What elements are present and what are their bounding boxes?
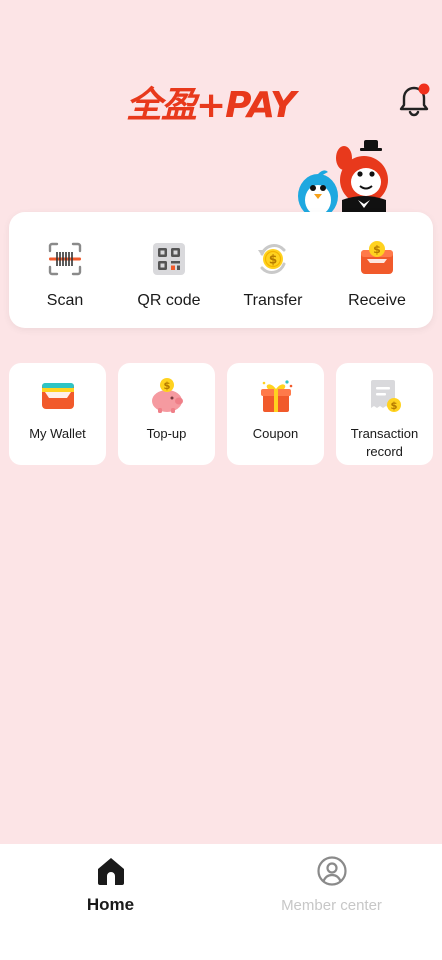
svg-text:$: $ <box>390 401 397 412</box>
transfer-label: Transfer <box>243 292 303 309</box>
receipt-icon: $ <box>370 380 401 412</box>
nav-member-center-label: Member center <box>281 897 382 914</box>
gift-icon <box>260 380 292 412</box>
notification-button[interactable] <box>394 80 434 120</box>
coupon-tile[interactable]: Coupon <box>227 363 324 465</box>
notification-dot <box>418 83 430 95</box>
svg-text:$: $ <box>269 253 277 267</box>
svg-text:$: $ <box>373 243 381 256</box>
quick-actions-card: Scan QR code $ Transfer $ Receive <box>9 212 433 328</box>
nav-home-label: Home <box>86 895 135 914</box>
nav-member-center[interactable]: Member center <box>221 844 442 960</box>
home-icon <box>97 858 124 885</box>
wallet-icon <box>41 383 74 409</box>
scan-button[interactable]: Scan <box>15 212 115 328</box>
transaction-record-tile[interactable]: $ Transaction record <box>336 363 433 465</box>
transfer-icon: $ <box>258 244 286 274</box>
mascot-illustration <box>292 136 402 218</box>
bottom-navigation: Home Member center <box>0 844 442 960</box>
my-wallet-label: My Wallet <box>29 426 86 441</box>
my-wallet-tile[interactable]: My Wallet <box>9 363 106 465</box>
coupon-label: Coupon <box>252 426 299 441</box>
scan-icon <box>48 242 82 276</box>
qr-code-label: QR code <box>137 292 201 309</box>
qr-code-icon <box>153 243 185 275</box>
transaction-record-label: Transaction record <box>350 426 419 459</box>
receive-icon: $ <box>361 241 393 274</box>
feature-tiles: My Wallet $ Top-up Coupon $ Transaction … <box>9 363 433 465</box>
app-logo: 全盈+PAY <box>126 84 330 128</box>
logo-text: 全盈+PAY <box>126 85 296 126</box>
transfer-button[interactable]: $ Transfer <box>223 212 323 328</box>
top-up-tile[interactable]: $ Top-up <box>118 363 215 465</box>
bell-icon <box>399 83 430 117</box>
receive-label: Receive <box>348 292 406 309</box>
user-circle-icon <box>316 856 347 886</box>
nav-home[interactable]: Home <box>0 844 221 960</box>
top-up-label: Top-up <box>146 426 187 441</box>
piggy-bank-icon: $ <box>151 378 183 413</box>
receive-button[interactable]: $ Receive <box>327 212 427 328</box>
qr-code-button[interactable]: QR code <box>119 212 219 328</box>
svg-text:$: $ <box>163 381 170 392</box>
scan-label: Scan <box>46 292 84 309</box>
